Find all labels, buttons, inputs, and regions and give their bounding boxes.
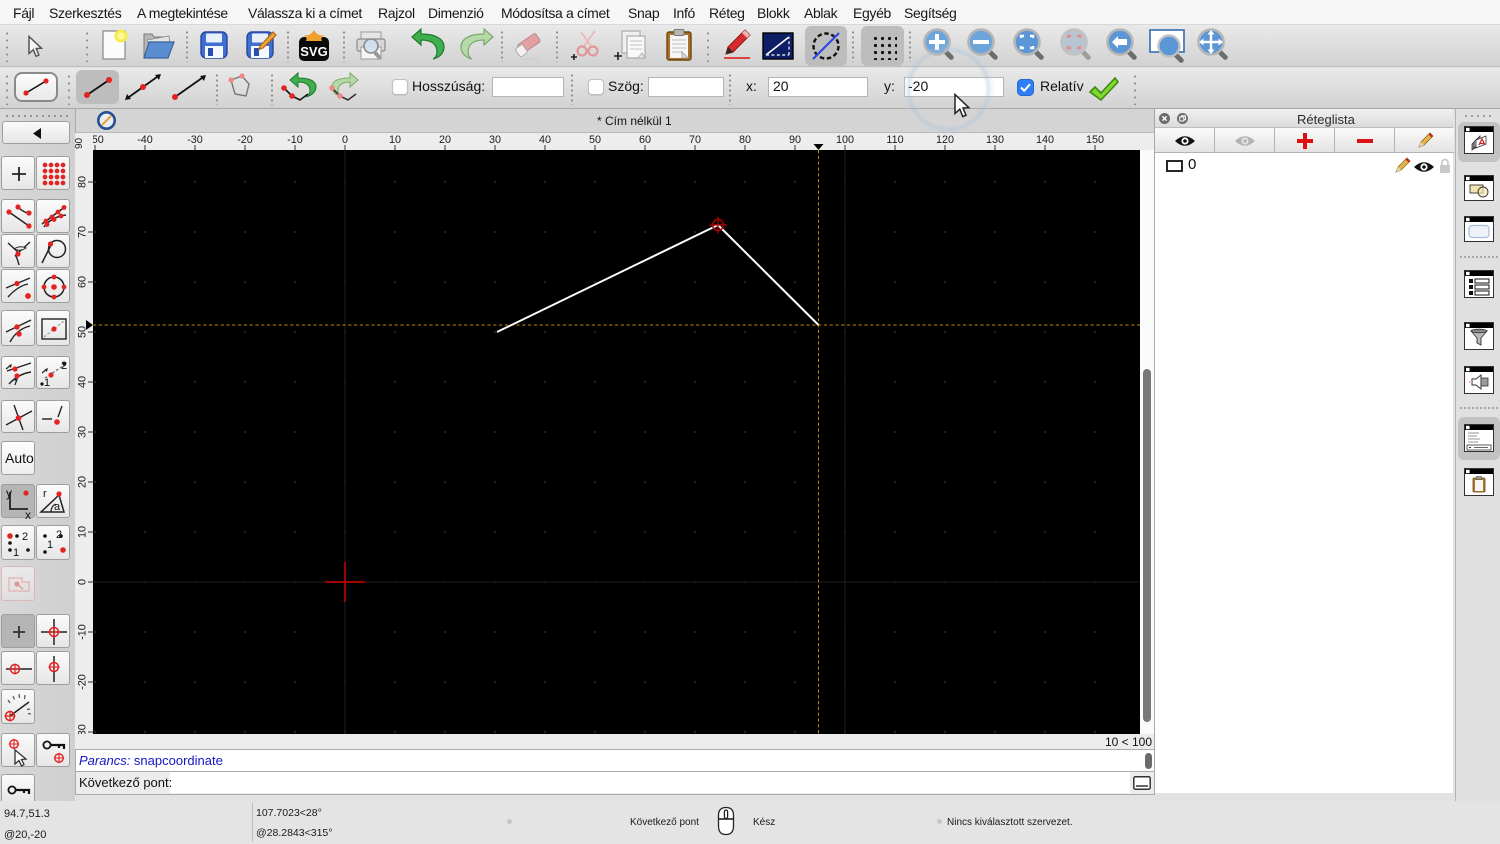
svg-text:-30: -30	[187, 134, 203, 146]
svg-text:-50: -50	[93, 134, 104, 146]
svg-text:50: 50	[589, 134, 601, 146]
svg-text:60: 60	[639, 134, 651, 146]
svg-text:r: r	[43, 488, 47, 500]
svg-text:10: 10	[77, 526, 89, 538]
svg-text:100: 100	[836, 134, 854, 146]
svg-text:1: 1	[47, 539, 53, 551]
svg-text:40: 40	[539, 134, 551, 146]
svg-text:40: 40	[77, 376, 89, 388]
svg-text:2: 2	[61, 360, 67, 372]
svg-text:-20: -20	[237, 134, 253, 146]
svg-text:-40: -40	[137, 134, 153, 146]
svg-text:120: 120	[936, 134, 954, 146]
svg-text:0: 0	[77, 579, 89, 585]
svg-text:-10: -10	[77, 624, 89, 640]
svg-text:-20: -20	[77, 674, 89, 690]
svg-text:SVG: SVG	[300, 44, 327, 59]
svg-text:130: 130	[986, 134, 1004, 146]
svg-text:110: 110	[886, 134, 903, 146]
svg-text:70: 70	[77, 226, 89, 238]
svg-text:80: 80	[77, 176, 89, 188]
svg-text:-30: -30	[77, 724, 89, 734]
svg-text:-10: -10	[287, 134, 303, 146]
svg-text:60: 60	[77, 276, 89, 288]
svg-text:70: 70	[689, 134, 701, 146]
svg-text:140: 140	[1036, 134, 1054, 146]
svg-text:1: 1	[44, 377, 50, 389]
svg-text:90: 90	[75, 137, 85, 149]
svg-text:30: 30	[77, 426, 89, 438]
svg-text:2: 2	[22, 531, 28, 543]
svg-text:150: 150	[1086, 134, 1104, 146]
svg-text:2: 2	[56, 529, 62, 541]
svg-text:80: 80	[739, 134, 751, 146]
svg-text:20: 20	[439, 134, 451, 146]
svg-text:90: 90	[789, 134, 801, 146]
svg-text:0: 0	[342, 134, 348, 146]
svg-text:10: 10	[389, 134, 401, 146]
svg-text:a: a	[54, 501, 61, 513]
svg-text:1: 1	[13, 547, 19, 559]
svg-text:30: 30	[489, 134, 501, 146]
svg-text:20: 20	[77, 476, 89, 488]
svg-text:x: x	[25, 508, 31, 519]
svg-text:y: y	[6, 486, 12, 500]
